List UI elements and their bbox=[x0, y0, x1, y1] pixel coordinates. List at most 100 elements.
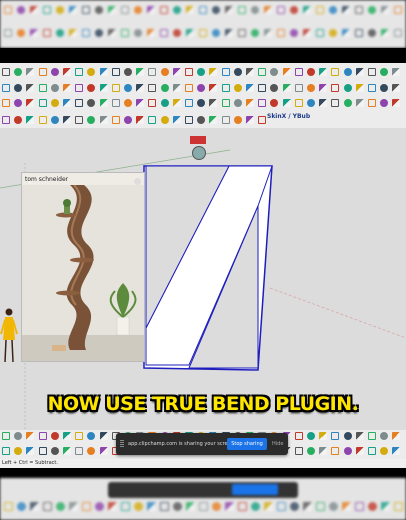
toolbar-tool-icon[interactable] bbox=[270, 99, 279, 107]
toolbar-tool-icon[interactable] bbox=[69, 6, 77, 14]
reference-image[interactable]: ‹ tom schneider bbox=[21, 172, 145, 362]
toolbar-tool-icon[interactable] bbox=[294, 84, 303, 92]
toolbar-tool-icon[interactable] bbox=[69, 29, 77, 37]
toolbar-tool-icon[interactable] bbox=[147, 502, 156, 511]
toolbar-tool-icon[interactable] bbox=[258, 68, 267, 76]
toolbar-tool-icon[interactable] bbox=[111, 116, 120, 124]
close-dot-icon[interactable] bbox=[134, 178, 141, 185]
toolbar-tool-icon[interactable] bbox=[246, 68, 254, 76]
toolbar-tool-icon[interactable] bbox=[342, 29, 350, 37]
toolbar-tool-icon[interactable] bbox=[108, 6, 116, 14]
toolbar-tool-icon[interactable] bbox=[99, 432, 108, 440]
toolbar-tool-icon[interactable] bbox=[108, 502, 117, 511]
toolbar-tool-icon[interactable] bbox=[319, 447, 328, 455]
toolbar-tool-icon[interactable] bbox=[4, 6, 12, 14]
toolbar-tool-icon[interactable] bbox=[43, 502, 52, 511]
toolbar-tool-icon[interactable] bbox=[355, 447, 364, 455]
toolbar-tool-icon[interactable] bbox=[14, 68, 23, 76]
toolbar-tool-icon[interactable] bbox=[331, 68, 340, 76]
toolbar-tool-icon[interactable] bbox=[148, 68, 157, 76]
toolbar-tool-icon[interactable] bbox=[121, 29, 129, 37]
toolbar-tool-icon[interactable] bbox=[136, 116, 145, 124]
toolbar-tool-icon[interactable] bbox=[209, 84, 218, 92]
toolbar-tool-icon[interactable] bbox=[95, 502, 104, 511]
skinx-toolbar-label[interactable]: SkinX / YBub bbox=[267, 113, 310, 120]
toolbar-tool-icon[interactable] bbox=[381, 29, 389, 37]
toolbar-tool-icon[interactable] bbox=[246, 99, 254, 107]
toolbar-tool-icon[interactable] bbox=[368, 84, 376, 92]
toolbar-tool-icon[interactable] bbox=[343, 432, 352, 440]
toolbar-tool-icon[interactable] bbox=[160, 84, 169, 92]
toolbar-tool-icon[interactable] bbox=[258, 99, 267, 107]
toolbar-tool-icon[interactable] bbox=[56, 29, 64, 37]
toolbar-tool-icon[interactable] bbox=[82, 502, 91, 511]
toolbar-tool-icon[interactable] bbox=[270, 84, 279, 92]
toolbar-tool-icon[interactable] bbox=[392, 84, 401, 92]
modeling-viewport[interactable]: ‹ tom schneider bbox=[0, 128, 406, 430]
toolbar-tool-icon[interactable] bbox=[185, 84, 193, 92]
toolbar-tool-icon[interactable] bbox=[111, 99, 120, 107]
toolbar-tool-icon[interactable] bbox=[381, 6, 389, 14]
toolbar-tool-icon[interactable] bbox=[307, 447, 315, 455]
toolbar-tool-icon[interactable] bbox=[30, 502, 39, 511]
toolbar-tool-icon[interactable] bbox=[136, 84, 145, 92]
toolbar-tool-icon[interactable] bbox=[355, 68, 364, 76]
toolbar-tool-icon[interactable] bbox=[185, 68, 193, 76]
toolbar-tool-icon[interactable] bbox=[355, 99, 364, 107]
toolbar-tool-icon[interactable] bbox=[233, 116, 242, 124]
toolbar-tool-icon[interactable] bbox=[290, 6, 298, 14]
toolbar-tool-icon[interactable] bbox=[251, 6, 259, 14]
toolbar-tool-icon[interactable] bbox=[294, 68, 303, 76]
toolbar-tool-icon[interactable] bbox=[26, 432, 35, 440]
toolbar-tool-icon[interactable] bbox=[264, 29, 272, 37]
toolbar-tool-icon[interactable] bbox=[277, 29, 285, 37]
toolbar-tool-icon[interactable] bbox=[368, 432, 376, 440]
toolbar-tool-icon[interactable] bbox=[14, 84, 23, 92]
toolbar-tool-icon[interactable] bbox=[75, 447, 84, 455]
toolbar-tool-icon[interactable] bbox=[394, 502, 403, 511]
toolbar-tool-icon[interactable] bbox=[134, 29, 142, 37]
toolbar-tool-icon[interactable] bbox=[87, 432, 96, 440]
toolbar-tool-icon[interactable] bbox=[368, 6, 376, 14]
toolbar-tool-icon[interactable] bbox=[50, 68, 59, 76]
toolbar-tool-icon[interactable] bbox=[14, 116, 23, 124]
toolbar-tool-icon[interactable] bbox=[185, 116, 193, 124]
toolbar-tool-icon[interactable] bbox=[258, 84, 267, 92]
toolbar-tool-icon[interactable] bbox=[355, 84, 364, 92]
toolbar-tool-icon[interactable] bbox=[186, 502, 195, 511]
toolbar-tool-icon[interactable] bbox=[212, 29, 220, 37]
toolbar-tool-icon[interactable] bbox=[172, 84, 181, 92]
toolbar-tool-icon[interactable] bbox=[75, 116, 84, 124]
toolbar-tool-icon[interactable] bbox=[316, 502, 325, 511]
toolbar-tool-icon[interactable] bbox=[368, 68, 376, 76]
toolbar-tool-icon[interactable] bbox=[294, 447, 303, 455]
toolbar-tool-icon[interactable] bbox=[319, 84, 328, 92]
toolbar-tool-icon[interactable] bbox=[329, 29, 337, 37]
toolbar-tool-icon[interactable] bbox=[172, 116, 181, 124]
toolbar-tool-icon[interactable] bbox=[294, 99, 303, 107]
toolbar-tool-icon[interactable] bbox=[282, 99, 291, 107]
toolbar-tool-icon[interactable] bbox=[26, 68, 35, 76]
toolbar-tool-icon[interactable] bbox=[173, 502, 182, 511]
toolbar-tool-icon[interactable] bbox=[82, 29, 90, 37]
toolbar-tool-icon[interactable] bbox=[221, 68, 230, 76]
toolbar-tool-icon[interactable] bbox=[56, 502, 65, 511]
toolbar-tool-icon[interactable] bbox=[69, 502, 78, 511]
toolbar-tool-icon[interactable] bbox=[251, 29, 259, 37]
toolbar-tool-icon[interactable] bbox=[329, 502, 338, 511]
toolbar-tool-icon[interactable] bbox=[160, 6, 168, 14]
toolbar-tool-icon[interactable] bbox=[160, 502, 169, 511]
toolbar-tool-icon[interactable] bbox=[264, 6, 272, 14]
toolbar-tool-icon[interactable] bbox=[199, 6, 207, 14]
toolbar-tool-icon[interactable] bbox=[233, 68, 242, 76]
toolbar-tool-icon[interactable] bbox=[307, 99, 315, 107]
toolbar-tool-icon[interactable] bbox=[355, 29, 363, 37]
toolbar-tool-icon[interactable] bbox=[38, 432, 47, 440]
toolbar-tool-icon[interactable] bbox=[355, 432, 364, 440]
toolbar-tool-icon[interactable] bbox=[290, 502, 299, 511]
toolbar-tool-icon[interactable] bbox=[30, 29, 38, 37]
toolbar-tool-icon[interactable] bbox=[63, 68, 71, 76]
toolbar-tool-icon[interactable] bbox=[307, 84, 315, 92]
toolbar-tool-icon[interactable] bbox=[4, 502, 13, 511]
toolbar-tool-icon[interactable] bbox=[99, 116, 108, 124]
